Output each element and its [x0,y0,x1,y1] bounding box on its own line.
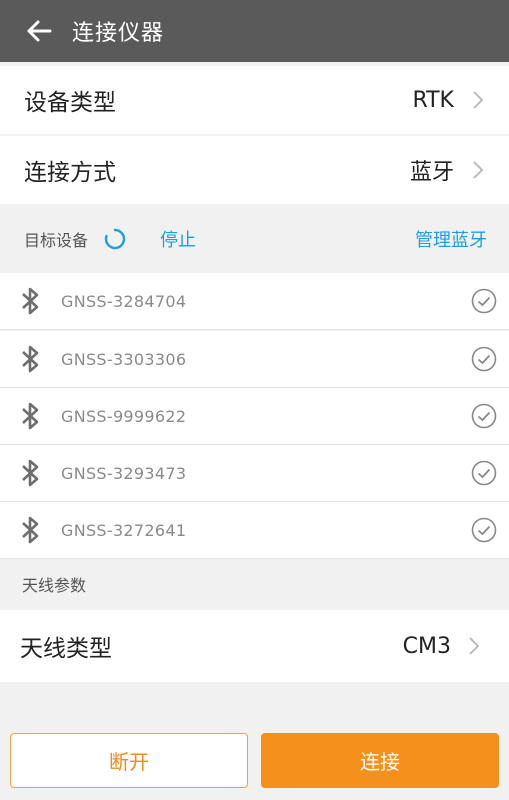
connect-mode-value: 蓝牙 [409,160,454,185]
device-type-label: 设备类型 [24,90,116,116]
bluetooth-icon [22,516,39,544]
disconnect-button[interactable]: 断开 [10,733,248,788]
bluetooth-icon [22,402,39,430]
loading-spinner-icon [104,228,126,250]
back-button[interactable] [24,16,54,46]
manage-bluetooth-button[interactable]: 管理蓝牙 [415,226,487,252]
check-circle-icon [471,288,497,314]
chevron-right-icon [473,161,484,179]
device-type-value: RTK [412,87,454,113]
antenna-type-row[interactable]: 天线类型 CM3 [0,610,509,682]
connect-button[interactable]: 连接 [261,733,499,788]
bluetooth-icon [22,287,39,315]
target-device-label: 目标设备 [24,231,89,250]
check-circle-icon [471,460,497,486]
check-circle-icon [471,346,497,372]
chevron-right-icon [473,91,484,109]
device-item[interactable]: GNSS-3303306 [0,331,509,388]
connect-mode-row[interactable]: 连接方式 蓝牙 [0,136,509,204]
device-name: GNSS-3303306 [61,349,187,369]
check-circle-icon [471,517,497,543]
top-bar: 连接仪器 [0,0,509,62]
chevron-right-icon [469,637,480,655]
arrow-left-icon [27,20,52,42]
target-device-header: 目标设备 停止 管理蓝牙 [0,206,509,272]
device-name: GNSS-3284704 [61,291,187,311]
page-title: 连接仪器 [72,21,165,46]
antenna-type-label: 天线类型 [20,636,112,662]
connect-mode-label: 连接方式 [24,160,116,186]
device-name: GNSS-3272641 [61,520,187,540]
bluetooth-icon [22,345,39,373]
device-item[interactable]: GNSS-3284704 [0,273,509,330]
device-name: GNSS-9999622 [61,406,187,426]
bluetooth-icon [22,459,39,487]
antenna-type-value: CM3 [402,633,451,659]
device-item[interactable]: GNSS-9999622 [0,388,509,445]
stop-button[interactable]: 停止 [160,226,196,252]
antenna-params-label: 天线参数 [22,576,87,595]
check-circle-icon [471,403,497,429]
device-type-row[interactable]: 设备类型 RTK [0,66,509,134]
device-item[interactable]: GNSS-3272641 [0,502,509,559]
antenna-params-header: 天线参数 [0,560,509,608]
device-item[interactable]: GNSS-3293473 [0,445,509,502]
device-name: GNSS-3293473 [61,463,187,483]
